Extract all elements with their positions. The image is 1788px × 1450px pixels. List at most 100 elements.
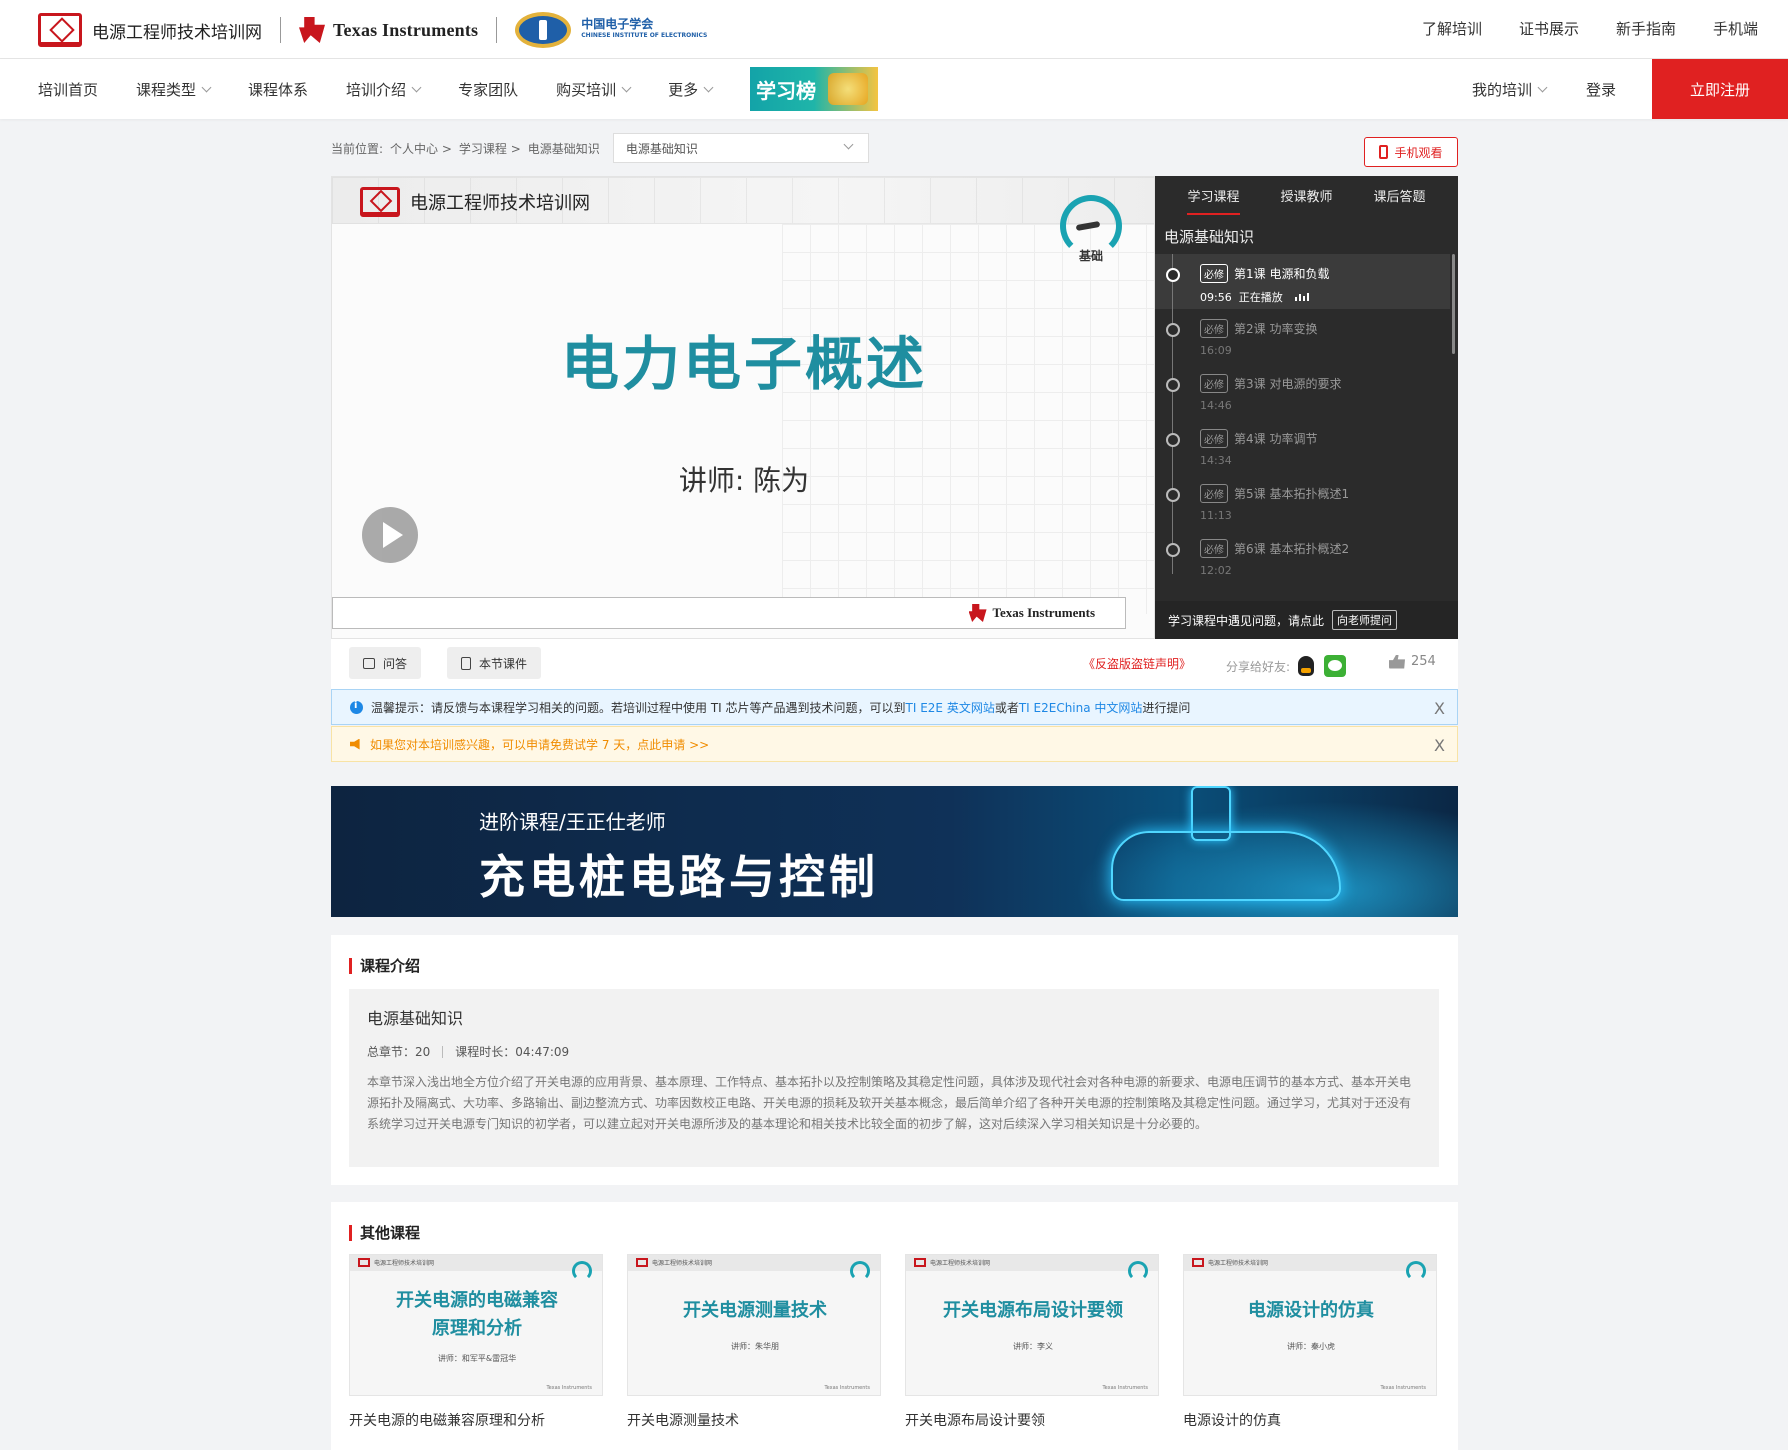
lesson-item[interactable]: 必修 第3课 对电源的要求 14:46	[1155, 364, 1450, 419]
course-card[interactable]: 电源工程师技术培训网 开关电源布局设计要领 讲师：李义 Texas Instru…	[905, 1254, 1159, 1430]
login-link[interactable]: 登录	[1586, 79, 1616, 100]
tab-quiz[interactable]: 课后答题	[1373, 178, 1425, 213]
qq-icon[interactable]	[1298, 656, 1315, 676]
ti-e2e-link[interactable]: TI E2E 英文网站	[906, 699, 995, 716]
info-notice-post: 进行提问	[1142, 700, 1191, 715]
timeline-dot	[1166, 323, 1180, 337]
required-tag: 必修	[1200, 429, 1228, 448]
lesson-item[interactable]: 必修 第6课 基本拓扑概述2 12:02	[1155, 529, 1450, 574]
trial-notice-text[interactable]: 如果您对本培训感兴趣，可以申请免费试学 7 天，点此申请 >>	[370, 736, 709, 753]
course-name[interactable]: 开关电源布局设计要领	[905, 1410, 1159, 1430]
thumb-footer: Texas Instruments	[1102, 1385, 1148, 1391]
chevron-down-icon	[1537, 82, 1548, 92]
lesson-list-scrollbar[interactable]	[1452, 254, 1455, 354]
thumb-footer: Texas Instruments	[546, 1385, 592, 1391]
nav-more[interactable]: 更多	[668, 79, 714, 100]
link-mobile[interactable]: 手机端	[1713, 18, 1758, 39]
nav-label: 我的培训	[1471, 80, 1532, 99]
lesson-time: 09:56	[1200, 290, 1232, 304]
laptop-logo-icon	[1192, 1258, 1204, 1267]
course-thumbnail[interactable]: 电源工程师技术培训网 电源设计的仿真 讲师：秦小虎 Texas Instrume…	[1183, 1254, 1437, 1396]
course-card[interactable]: 电源工程师技术培训网 开关电源测量技术 讲师：朱华朋 Texas Instrum…	[627, 1254, 881, 1430]
antipiracy-link[interactable]: 《反盗版盗链声明》	[1083, 655, 1191, 672]
courseware-button[interactable]: 本节课件	[447, 647, 542, 679]
cie-emblem-icon	[515, 12, 572, 48]
course-name[interactable]: 开关电源的电磁兼容原理和分析	[349, 1410, 603, 1430]
nav-my-training[interactable]: 我的培训	[1471, 79, 1548, 100]
link-about-training[interactable]: 了解培训	[1422, 18, 1482, 39]
link-certificates[interactable]: 证书展示	[1519, 18, 1579, 39]
mobile-watch-button[interactable]: 手机观看	[1364, 137, 1458, 167]
like-count: 254	[1411, 654, 1436, 669]
nav-label: 课程体系	[248, 80, 309, 99]
ti-footer-text: Texas Instruments	[992, 605, 1095, 620]
thumbs-up-icon	[1389, 654, 1405, 669]
course-card[interactable]: 电源工程师技术培训网 开关电源的电磁兼容 原理和分析 讲师：和军平&雷冠华 Te…	[349, 1254, 603, 1430]
course-thumbnail[interactable]: 电源工程师技术培训网 开关电源的电磁兼容 原理和分析 讲师：和军平&雷冠华 Te…	[349, 1254, 603, 1396]
slide-title: 电力电子概述	[560, 330, 927, 398]
promo-banner[interactable]: 进阶课程/王正仕老师 充电桩电路与控制	[331, 786, 1458, 917]
intro-course-title: 电源基础知识	[367, 1009, 464, 1028]
divider	[280, 17, 281, 43]
other-courses-card: 其他课程 电源工程师技术培训网 开关电源的电磁兼容 原理和分析 讲师：和军平&雷…	[331, 1202, 1458, 1450]
top-links: 了解培训 证书展示 新手指南 手机端	[1422, 18, 1758, 39]
nav-training-intro[interactable]: 培训介绍	[346, 79, 422, 100]
lesson-panel-tabs: 学习课程 授课教师 课后答题	[1155, 176, 1458, 215]
lesson-title: 第1课 电源和负载	[1234, 267, 1330, 281]
breadcrumb-courses[interactable]: 学习课程 >	[459, 140, 521, 157]
ask-teacher-button[interactable]: 向老师提问	[1332, 610, 1398, 630]
close-icon[interactable]: X	[1434, 699, 1445, 718]
register-button[interactable]: 立即注册	[1652, 59, 1788, 119]
breadcrumb-personal[interactable]: 个人中心 >	[390, 140, 452, 157]
ti-footer-logo: Texas Instruments	[968, 604, 1095, 622]
laptop-logo-icon	[360, 187, 400, 217]
required-tag: 必修	[1200, 374, 1228, 393]
chevron-down-icon	[201, 82, 212, 92]
info-icon	[350, 700, 363, 714]
lesson-list[interactable]: 必修 第1课 电源和负载 09:56 正在播放 必修 第2课 功率变换 16:09 …	[1155, 254, 1450, 574]
nav-experts[interactable]: 专家团队	[458, 79, 518, 100]
video-player[interactable]: 电源工程师技术培训网 基础 电力电子概述 讲师: 陈为 Texas Instru…	[331, 176, 1155, 639]
courseware-label: 本节课件	[479, 656, 528, 671]
tab-teacher[interactable]: 授课教师	[1280, 178, 1332, 213]
lesson-item[interactable]: 必修 第4课 功率调节 14:34	[1155, 419, 1450, 474]
nav-buy-training[interactable]: 购买培训	[556, 79, 632, 100]
course-thumbnail[interactable]: 电源工程师技术培训网 开关电源布局设计要领 讲师：李义 Texas Instru…	[905, 1254, 1159, 1396]
leaderboard-banner[interactable]: 学习榜	[750, 67, 879, 111]
play-icon[interactable]	[362, 507, 418, 563]
player-control-bar[interactable]: Texas Instruments	[332, 597, 1126, 629]
course-thumbnail[interactable]: 电源工程师技术培训网 开关电源测量技术 讲师：朱华朋 Texas Instrum…	[627, 1254, 881, 1396]
course-select[interactable]: 电源基础知识	[612, 133, 869, 163]
gauge-icon	[850, 1261, 870, 1281]
timeline-dot	[1166, 378, 1180, 392]
lesson-item[interactable]: 必修 第2课 功率变换 16:09	[1155, 309, 1450, 364]
lesson-title: 第3课 对电源的要求	[1234, 377, 1342, 391]
laptop-logo-icon	[38, 13, 82, 47]
lesson-item[interactable]: 必修 第5课 基本拓扑概述1 11:13	[1155, 474, 1450, 529]
lesson-item[interactable]: 必修 第1课 电源和负载 09:56 正在播放	[1155, 254, 1450, 309]
close-icon[interactable]: X	[1434, 736, 1445, 755]
course-name[interactable]: 开关电源测量技术	[627, 1410, 881, 1430]
tab-learning-course[interactable]: 学习课程	[1187, 178, 1240, 215]
nav-course-types[interactable]: 课程类型	[136, 79, 212, 100]
thumb-brand: 电源工程师技术培训网	[1208, 1260, 1269, 1267]
course-card[interactable]: 电源工程师技术培训网 电源设计的仿真 讲师：秦小虎 Texas Instrume…	[1183, 1254, 1437, 1430]
nav-course-system[interactable]: 课程体系	[248, 79, 308, 100]
course-name[interactable]: 电源设计的仿真	[1183, 1410, 1437, 1430]
link-beginner-guide[interactable]: 新手指南	[1616, 18, 1676, 39]
playing-bars-icon	[1294, 293, 1309, 301]
info-notice-mid: 或者	[994, 700, 1019, 715]
qa-label: 问答	[383, 656, 408, 671]
timeline-dot	[1166, 543, 1180, 557]
ti-e2e-china-link[interactable]: TI E2EChina 中文网站	[1019, 699, 1143, 716]
nav-home[interactable]: 培训首页	[38, 79, 98, 100]
leaderboard-label: 学习榜	[756, 78, 817, 103]
banner-title: 充电桩电路与控制	[479, 850, 879, 904]
qa-button[interactable]: 问答	[349, 647, 422, 679]
like-button[interactable]: 254	[1389, 654, 1436, 669]
circuit-background	[782, 224, 1154, 614]
brand-logo[interactable]: 电源工程师技术培训网 Texas Instruments 中国电子学会 CHIN…	[38, 12, 707, 48]
nav-label: 更多	[668, 80, 699, 99]
wechat-icon[interactable]	[1324, 655, 1347, 677]
trial-notice[interactable]: 如果您对本培训感兴趣，可以申请免费试学 7 天，点此申请 >> X	[331, 726, 1458, 762]
